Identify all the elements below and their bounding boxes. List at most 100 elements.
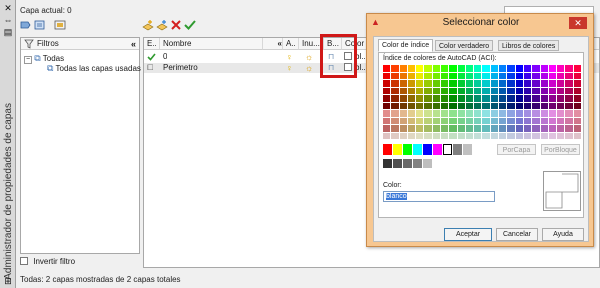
aci-swatch[interactable] bbox=[507, 132, 515, 139]
aci-swatch[interactable] bbox=[523, 87, 532, 94]
aci-swatch[interactable] bbox=[416, 72, 424, 79]
aci-swatch[interactable] bbox=[457, 65, 465, 72]
aci-swatch[interactable] bbox=[407, 125, 416, 132]
aci-swatch[interactable] bbox=[507, 125, 515, 132]
aci-swatch[interactable] bbox=[573, 65, 581, 72]
aci-swatch[interactable] bbox=[399, 95, 407, 102]
tab-color-books[interactable]: Libros de colores bbox=[498, 40, 560, 51]
gray-color-swatch[interactable] bbox=[423, 159, 432, 168]
byblock-button[interactable]: PorBloque bbox=[541, 144, 580, 155]
aci-swatch[interactable] bbox=[399, 87, 407, 94]
aci-swatch[interactable] bbox=[399, 117, 407, 124]
aci-swatch[interactable] bbox=[548, 95, 557, 102]
collapse-filters-icon[interactable]: « bbox=[131, 38, 136, 50]
aci-swatch[interactable] bbox=[507, 80, 515, 87]
aci-swatch[interactable] bbox=[515, 110, 523, 117]
aci-swatch[interactable] bbox=[490, 80, 499, 87]
aci-swatch[interactable] bbox=[416, 125, 424, 132]
aci-swatch[interactable] bbox=[399, 72, 407, 79]
new-group-filter-icon[interactable] bbox=[34, 19, 46, 31]
aci-swatch[interactable] bbox=[548, 65, 557, 72]
aci-swatch[interactable] bbox=[432, 132, 441, 139]
aci-swatch[interactable] bbox=[499, 72, 507, 79]
tree-expander-icon[interactable]: − bbox=[24, 56, 32, 64]
aci-swatch[interactable] bbox=[391, 110, 399, 117]
aci-swatch[interactable] bbox=[490, 95, 499, 102]
aci-swatch[interactable] bbox=[499, 132, 507, 139]
aci-swatch[interactable] bbox=[540, 87, 548, 94]
aci-swatch[interactable] bbox=[565, 132, 573, 139]
aci-swatch[interactable] bbox=[416, 132, 424, 139]
aci-swatch[interactable] bbox=[507, 117, 515, 124]
aci-swatch[interactable] bbox=[432, 80, 441, 87]
aci-swatch[interactable] bbox=[482, 72, 490, 79]
aci-swatch[interactable] bbox=[441, 65, 449, 72]
cancel-button[interactable]: Cancelar bbox=[496, 228, 538, 241]
aci-swatch[interactable] bbox=[457, 87, 465, 94]
aci-swatch[interactable] bbox=[548, 125, 557, 132]
aci-swatch[interactable] bbox=[432, 125, 441, 132]
aci-swatch[interactable] bbox=[424, 125, 432, 132]
aci-swatch[interactable] bbox=[465, 80, 474, 87]
aci-swatch[interactable] bbox=[474, 72, 482, 79]
gray-color-swatch[interactable] bbox=[403, 159, 412, 168]
aci-swatch[interactable] bbox=[565, 65, 573, 72]
aci-swatch[interactable] bbox=[540, 65, 548, 72]
aci-swatch[interactable] bbox=[532, 132, 540, 139]
column-status[interactable]: E.. bbox=[144, 38, 160, 50]
aci-swatch[interactable] bbox=[482, 132, 490, 139]
aci-swatch[interactable] bbox=[474, 110, 482, 117]
aci-swatch[interactable] bbox=[565, 110, 573, 117]
aci-swatch[interactable] bbox=[573, 125, 581, 132]
standard-color-swatch[interactable] bbox=[413, 144, 422, 155]
gray-shades-row[interactable] bbox=[383, 159, 442, 169]
aci-swatch[interactable] bbox=[557, 117, 565, 124]
aci-swatch[interactable] bbox=[548, 117, 557, 124]
aci-swatch[interactable] bbox=[449, 87, 457, 94]
aci-swatch[interactable] bbox=[573, 117, 581, 124]
aci-swatch[interactable] bbox=[482, 117, 490, 124]
aci-swatch[interactable] bbox=[407, 95, 416, 102]
gray-color-swatch[interactable] bbox=[413, 159, 422, 168]
tab-true-color[interactable]: Color verdadero bbox=[435, 40, 494, 51]
aci-swatch[interactable] bbox=[548, 102, 557, 109]
aci-swatch[interactable] bbox=[557, 87, 565, 94]
aci-swatch[interactable] bbox=[548, 132, 557, 139]
aci-swatch[interactable] bbox=[523, 117, 532, 124]
aci-swatch[interactable] bbox=[482, 65, 490, 72]
standard-color-swatch[interactable] bbox=[453, 144, 462, 155]
aci-swatch[interactable] bbox=[449, 95, 457, 102]
aci-swatch[interactable] bbox=[432, 72, 441, 79]
aci-swatch[interactable] bbox=[515, 102, 523, 109]
aci-swatch[interactable] bbox=[441, 132, 449, 139]
gray-color-swatch[interactable] bbox=[393, 159, 402, 168]
aci-swatch[interactable] bbox=[441, 87, 449, 94]
aci-swatch[interactable] bbox=[499, 87, 507, 94]
aci-swatch[interactable] bbox=[449, 117, 457, 124]
aci-swatch[interactable] bbox=[432, 102, 441, 109]
aci-swatch[interactable] bbox=[532, 110, 540, 117]
aci-swatch[interactable] bbox=[548, 72, 557, 79]
aci-swatch[interactable] bbox=[383, 80, 391, 87]
aci-swatch[interactable] bbox=[441, 125, 449, 132]
invert-filter-row[interactable]: Invertir filtro bbox=[20, 256, 140, 268]
aci-swatch[interactable] bbox=[573, 87, 581, 94]
aci-swatch[interactable] bbox=[432, 95, 441, 102]
standard-color-swatch[interactable] bbox=[442, 143, 453, 156]
aci-swatch[interactable] bbox=[383, 132, 391, 139]
aci-swatch[interactable] bbox=[490, 72, 499, 79]
aci-swatch[interactable] bbox=[424, 72, 432, 79]
aci-swatch[interactable] bbox=[383, 117, 391, 124]
aci-swatch[interactable] bbox=[391, 95, 399, 102]
aci-swatch[interactable] bbox=[557, 110, 565, 117]
new-layer-icon[interactable] bbox=[142, 19, 154, 31]
aci-swatch[interactable] bbox=[465, 132, 474, 139]
aci-swatch[interactable] bbox=[407, 132, 416, 139]
aci-swatch[interactable] bbox=[383, 95, 391, 102]
aci-swatch[interactable] bbox=[482, 87, 490, 94]
aci-swatch[interactable] bbox=[465, 110, 474, 117]
aci-swatch[interactable] bbox=[457, 102, 465, 109]
aci-swatch[interactable] bbox=[391, 80, 399, 87]
aci-swatch[interactable] bbox=[499, 117, 507, 124]
aci-swatch[interactable] bbox=[515, 117, 523, 124]
